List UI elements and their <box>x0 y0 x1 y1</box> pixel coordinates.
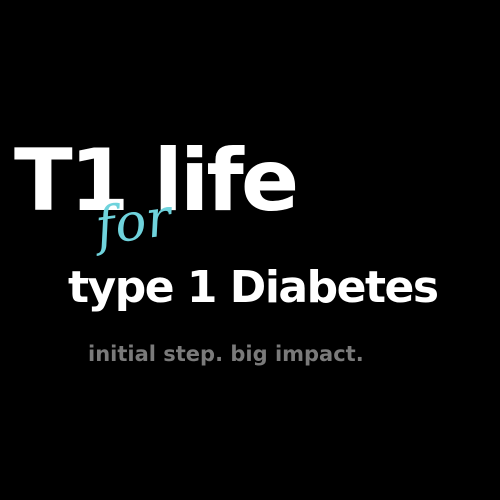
logo-canvas: T1 life for type 1 Diabetes initial step… <box>0 0 500 500</box>
logo-script-word: for <box>91 187 175 258</box>
logo-subtitle: type 1 Diabetes <box>68 262 439 313</box>
logo-tagline: initial step. big impact. <box>88 342 364 366</box>
